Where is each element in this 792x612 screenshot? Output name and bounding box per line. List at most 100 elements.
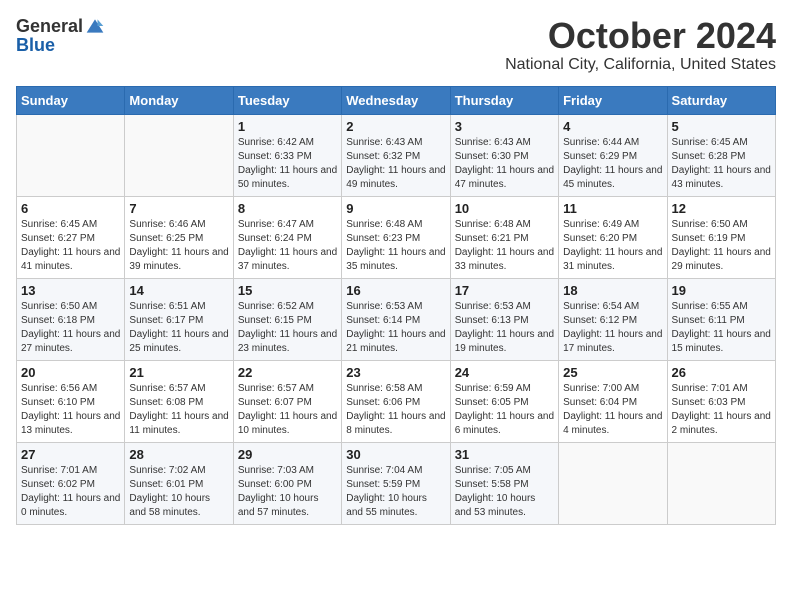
day-number: 26 [672, 365, 771, 380]
day-info: Sunrise: 6:57 AMSunset: 6:08 PMDaylight:… [129, 382, 228, 438]
day-number: 11 [563, 201, 662, 216]
day-info: Sunrise: 6:53 AMSunset: 6:13 PMDaylight:… [455, 300, 554, 356]
weekday-header-monday: Monday [125, 86, 233, 114]
calendar-table: SundayMondayTuesdayWednesdayThursdayFrid… [16, 86, 776, 525]
day-number: 6 [21, 201, 120, 216]
weekday-header-saturday: Saturday [667, 86, 775, 114]
day-number: 9 [346, 201, 445, 216]
day-info: Sunrise: 6:42 AMSunset: 6:33 PMDaylight:… [238, 136, 337, 192]
day-number: 21 [129, 365, 228, 380]
day-number: 4 [563, 119, 662, 134]
day-info: Sunrise: 6:45 AMSunset: 6:28 PMDaylight:… [672, 136, 771, 192]
day-number: 30 [346, 447, 445, 462]
day-number: 23 [346, 365, 445, 380]
day-number: 22 [238, 365, 337, 380]
calendar-cell: 9 Sunrise: 6:48 AMSunset: 6:23 PMDaylight… [342, 196, 450, 278]
weekday-header-wednesday: Wednesday [342, 86, 450, 114]
day-info: Sunrise: 7:04 AMSunset: 5:59 PMDaylight:… [346, 464, 445, 520]
calendar-week-row: 6 Sunrise: 6:45 AMSunset: 6:27 PMDaylight… [17, 196, 776, 278]
calendar-cell: 24Sunrise: 6:59 AMSunset: 6:05 PMDayligh… [450, 360, 558, 442]
logo-icon [85, 16, 105, 36]
day-info: Sunrise: 6:52 AMSunset: 6:15 PMDaylight:… [238, 300, 337, 356]
day-info: Sunrise: 7:01 AMSunset: 6:02 PMDaylight:… [21, 464, 120, 520]
calendar-cell: 23Sunrise: 6:58 AMSunset: 6:06 PMDayligh… [342, 360, 450, 442]
day-number: 14 [129, 283, 228, 298]
calendar-cell: 30 Sunrise: 7:04 AMSunset: 5:59 PMDayligh… [342, 442, 450, 524]
day-info: Sunrise: 7:03 AMSunset: 6:00 PMDaylight:… [238, 464, 337, 520]
calendar-cell: 25Sunrise: 7:00 AMSunset: 6:04 PMDayligh… [559, 360, 667, 442]
day-number: 7 [129, 201, 228, 216]
calendar-cell: 19 Sunrise: 6:55 AMSunset: 6:11 PMDayligh… [667, 278, 775, 360]
weekday-header-tuesday: Tuesday [233, 86, 341, 114]
calendar-cell: 6 Sunrise: 6:45 AMSunset: 6:27 PMDaylight… [17, 196, 125, 278]
day-info: Sunrise: 6:50 AMSunset: 6:19 PMDaylight:… [672, 218, 771, 274]
weekday-header-sunday: Sunday [17, 86, 125, 114]
day-number: 13 [21, 283, 120, 298]
calendar-cell: 13 Sunrise: 6:50 AMSunset: 6:18 PMDayligh… [17, 278, 125, 360]
calendar-cell: 18 Sunrise: 6:54 AMSunset: 6:12 PMDayligh… [559, 278, 667, 360]
day-number: 27 [21, 447, 120, 462]
day-number: 1 [238, 119, 337, 134]
calendar-week-row: 27 Sunrise: 7:01 AMSunset: 6:02 PMDayligh… [17, 442, 776, 524]
calendar-cell: 22 Sunrise: 6:57 AMSunset: 6:07 PMDayligh… [233, 360, 341, 442]
calendar-cell: 14Sunrise: 6:51 AMSunset: 6:17 PMDayligh… [125, 278, 233, 360]
calendar-cell: 2 Sunrise: 6:43 AMSunset: 6:32 PMDaylight… [342, 114, 450, 196]
calendar-cell [125, 114, 233, 196]
weekday-header-friday: Friday [559, 86, 667, 114]
calendar-cell: 11 Sunrise: 6:49 AMSunset: 6:20 PMDayligh… [559, 196, 667, 278]
day-info: Sunrise: 6:46 AMSunset: 6:25 PMDaylight:… [129, 218, 228, 274]
calendar-week-row: 13 Sunrise: 6:50 AMSunset: 6:18 PMDayligh… [17, 278, 776, 360]
day-info: Sunrise: 6:53 AMSunset: 6:14 PMDaylight:… [346, 300, 445, 356]
calendar-cell [667, 442, 775, 524]
day-info: Sunrise: 6:55 AMSunset: 6:11 PMDaylight:… [672, 300, 771, 356]
day-info: Sunrise: 6:44 AMSunset: 6:29 PMDaylight:… [563, 136, 662, 192]
calendar-week-row: 1 Sunrise: 6:42 AMSunset: 6:33 PMDaylight… [17, 114, 776, 196]
calendar-cell: 3 Sunrise: 6:43 AMSunset: 6:30 PMDaylight… [450, 114, 558, 196]
calendar-cell: 17Sunrise: 6:53 AMSunset: 6:13 PMDayligh… [450, 278, 558, 360]
day-info: Sunrise: 6:49 AMSunset: 6:20 PMDaylight:… [563, 218, 662, 274]
day-number: 16 [346, 283, 445, 298]
day-number: 2 [346, 119, 445, 134]
day-info: Sunrise: 6:48 AMSunset: 6:21 PMDaylight:… [455, 218, 554, 274]
calendar-cell [17, 114, 125, 196]
day-number: 15 [238, 283, 337, 298]
weekday-header-thursday: Thursday [450, 86, 558, 114]
day-info: Sunrise: 6:56 AMSunset: 6:10 PMDaylight:… [21, 382, 120, 438]
day-number: 31 [455, 447, 554, 462]
day-info: Sunrise: 6:54 AMSunset: 6:12 PMDaylight:… [563, 300, 662, 356]
day-number: 8 [238, 201, 337, 216]
day-info: Sunrise: 7:05 AMSunset: 5:58 PMDaylight:… [455, 464, 554, 520]
day-number: 25 [563, 365, 662, 380]
day-info: Sunrise: 6:45 AMSunset: 6:27 PMDaylight:… [21, 218, 120, 274]
calendar-cell: 31 Sunrise: 7:05 AMSunset: 5:58 PMDayligh… [450, 442, 558, 524]
day-number: 19 [672, 283, 771, 298]
day-number: 10 [455, 201, 554, 216]
day-number: 24 [455, 365, 554, 380]
calendar-cell: 4 Sunrise: 6:44 AMSunset: 6:29 PMDaylight… [559, 114, 667, 196]
calendar-week-row: 20Sunrise: 6:56 AMSunset: 6:10 PMDayligh… [17, 360, 776, 442]
day-number: 18 [563, 283, 662, 298]
location-title: National City, California, United States [505, 56, 776, 74]
day-info: Sunrise: 6:43 AMSunset: 6:30 PMDaylight:… [455, 136, 554, 192]
calendar-cell: 7 Sunrise: 6:46 AMSunset: 6:25 PMDaylight… [125, 196, 233, 278]
calendar-cell: 5 Sunrise: 6:45 AMSunset: 6:28 PMDaylight… [667, 114, 775, 196]
calendar-cell: 8Sunrise: 6:47 AMSunset: 6:24 PMDaylight… [233, 196, 341, 278]
day-number: 29 [238, 447, 337, 462]
logo: General Blue [16, 16, 105, 56]
day-number: 5 [672, 119, 771, 134]
day-info: Sunrise: 6:57 AMSunset: 6:07 PMDaylight:… [238, 382, 337, 438]
day-number: 12 [672, 201, 771, 216]
weekday-header-row: SundayMondayTuesdayWednesdayThursdayFrid… [17, 86, 776, 114]
day-info: Sunrise: 6:43 AMSunset: 6:32 PMDaylight:… [346, 136, 445, 192]
header: General Blue October 2024 National City,… [16, 16, 776, 74]
month-title: October 2024 [505, 16, 776, 56]
day-info: Sunrise: 6:50 AMSunset: 6:18 PMDaylight:… [21, 300, 120, 356]
calendar-cell: 12 Sunrise: 6:50 AMSunset: 6:19 PMDayligh… [667, 196, 775, 278]
calendar-cell: 20Sunrise: 6:56 AMSunset: 6:10 PMDayligh… [17, 360, 125, 442]
day-info: Sunrise: 7:02 AMSunset: 6:01 PMDaylight:… [129, 464, 228, 520]
calendar-cell: 29 Sunrise: 7:03 AMSunset: 6:00 PMDayligh… [233, 442, 341, 524]
title-section: October 2024 National City, California, … [505, 16, 776, 74]
day-number: 3 [455, 119, 554, 134]
day-info: Sunrise: 6:48 AMSunset: 6:23 PMDaylight:… [346, 218, 445, 274]
day-number: 28 [129, 447, 228, 462]
